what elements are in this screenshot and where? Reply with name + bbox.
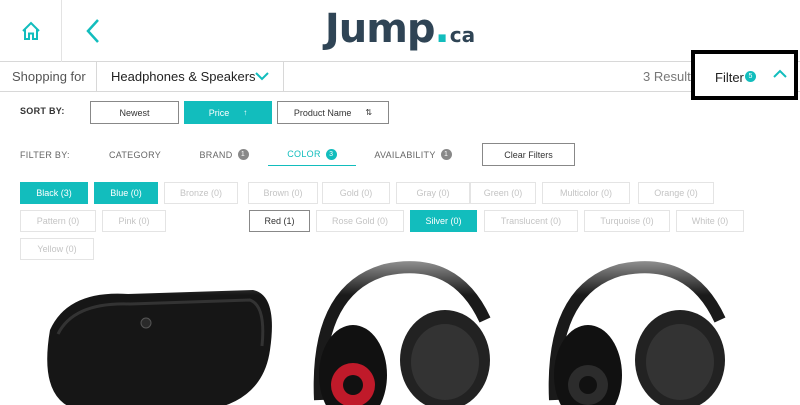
color-chip-yellow-label: Yellow (0): [37, 244, 77, 254]
color-chip-brown[interactable]: Brown (0): [248, 182, 318, 204]
tab-availability-label: AVAILABILITY: [374, 149, 436, 160]
color-chip-gold-label: Gold (0): [339, 188, 373, 198]
filter-label: Filter: [715, 70, 744, 85]
color-chip-translucent-label: Translucent (0): [500, 216, 562, 226]
sort-arrow-icon: ↑: [243, 108, 248, 117]
color-chip-green-label: Green (0): [483, 188, 523, 198]
color-chip-white[interactable]: White (0): [676, 210, 744, 232]
sort-product-name-button[interactable]: Product Name ⇅: [277, 101, 389, 124]
tab-brand[interactable]: BRAND 1: [188, 143, 260, 166]
color-chip-bronze[interactable]: Bronze (0): [164, 182, 238, 204]
chevron-down-icon: [255, 72, 269, 81]
tab-category-label: CATEGORY: [108, 149, 162, 160]
color-chip-silver[interactable]: Silver (0): [410, 210, 477, 232]
color-chip-red[interactable]: Red (1): [249, 210, 310, 232]
color-chip-black[interactable]: Black (3): [20, 182, 88, 204]
sort-newest-button[interactable]: Newest: [90, 101, 179, 124]
sort-price-button[interactable]: Price ↑: [184, 101, 272, 124]
sort-price-label: Price: [208, 107, 230, 118]
category-value: Headphones & Speakers: [111, 69, 256, 84]
tab-availability[interactable]: AVAILABILITY 1: [366, 143, 460, 166]
color-chip-red-label: Red (1): [264, 216, 295, 226]
color-chip-rose-gold-label: Rose Gold (0): [331, 216, 389, 226]
color-chip-brown-label: Brown (0): [263, 188, 303, 198]
color-chip-bronze-label: Bronze (0): [179, 188, 223, 198]
color-chip-pink-label: Pink (0): [118, 216, 150, 226]
tab-color[interactable]: COLOR 3: [268, 143, 356, 166]
clear-filters-label: Clear Filters: [504, 149, 553, 160]
color-chip-green[interactable]: Green (0): [470, 182, 536, 204]
shopping-for-label: Shopping for: [12, 69, 86, 84]
sort-product-name-label: Product Name: [293, 107, 352, 118]
filter-count-badge: 5: [745, 71, 756, 82]
logo-tld: ca: [449, 23, 476, 47]
availability-count-badge: 1: [440, 149, 452, 160]
brand-count-badge: 1: [237, 149, 249, 160]
logo-text: Jump: [324, 6, 436, 52]
color-chip-white-label: White (0): [691, 216, 729, 226]
filter-by-label: FILTER BY:: [20, 150, 70, 160]
color-chip-orange-label: Orange (0): [654, 188, 698, 198]
jump-logo[interactable]: Jump.ca: [0, 6, 800, 52]
chevron-up-icon: [773, 69, 787, 78]
results-count: 3 Results: [643, 69, 698, 84]
color-chip-pattern[interactable]: Pattern (0): [20, 210, 96, 232]
tab-color-label: COLOR: [287, 149, 321, 159]
color-chip-yellow[interactable]: Yellow (0): [20, 238, 94, 260]
color-chip-blue-label: Blue (0): [110, 188, 142, 198]
sort-toggle-icon: ⇅: [365, 108, 373, 117]
color-chip-gray[interactable]: Gray (0): [396, 182, 470, 204]
tab-category[interactable]: CATEGORY: [100, 143, 170, 166]
color-chip-rose-gold[interactable]: Rose Gold (0): [316, 210, 404, 232]
clear-filters-button[interactable]: Clear Filters: [482, 143, 575, 166]
color-chip-silver-label: Silver (0): [425, 216, 462, 226]
sort-newest-label: Newest: [119, 107, 150, 118]
logo-dot: .: [434, 6, 450, 52]
color-chip-blue[interactable]: Blue (0): [94, 182, 158, 204]
color-chip-multicolor[interactable]: Multicolor (0): [542, 182, 630, 204]
shopping-bar: Shopping for Headphones & Speakers 3 Res…: [0, 62, 800, 92]
color-chip-gold[interactable]: Gold (0): [322, 182, 390, 204]
color-chip-translucent[interactable]: Translucent (0): [484, 210, 578, 232]
color-count-badge: 3: [325, 148, 337, 160]
color-chip-black-label: Black (3): [36, 188, 72, 198]
color-chip-pattern-label: Pattern (0): [36, 216, 80, 226]
color-chip-orange[interactable]: Orange (0): [638, 182, 714, 204]
color-chip-pink[interactable]: Pink (0): [102, 210, 166, 232]
color-chip-multicolor-label: Multicolor (0): [559, 188, 612, 198]
filter-toggle-button[interactable]: Filter 5: [691, 50, 798, 100]
category-select[interactable]: Headphones & Speakers: [96, 62, 284, 92]
color-chip-turquoise-label: Turquoise (0): [600, 216, 654, 226]
color-chip-gray-label: Gray (0): [416, 188, 450, 198]
color-chip-turquoise[interactable]: Turquoise (0): [584, 210, 670, 232]
app-header: Jump.ca: [0, 0, 800, 62]
tab-brand-label: BRAND: [199, 149, 233, 160]
sort-by-label: SORT BY:: [20, 106, 65, 116]
